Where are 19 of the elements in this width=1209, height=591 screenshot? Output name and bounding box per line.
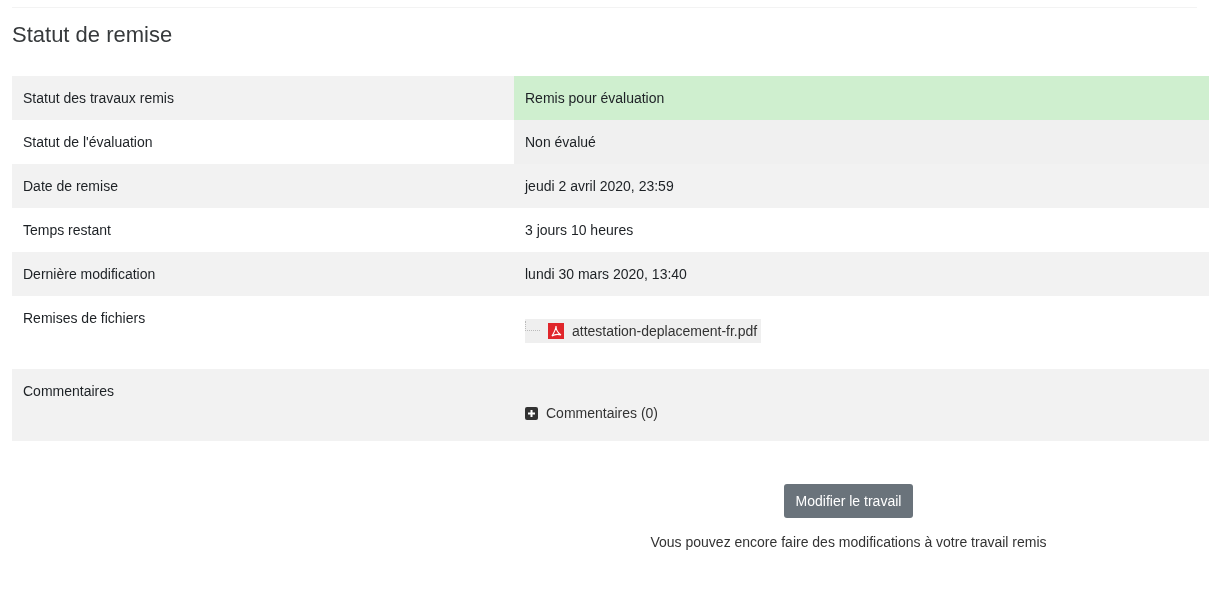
row-value: Non évalué — [514, 120, 1209, 164]
edit-button[interactable]: Modifier le travail — [783, 484, 914, 518]
row-label: Remises de fichiers — [22, 309, 147, 328]
row-label: Commentaires — [22, 382, 116, 401]
section-title: Statut de remise — [12, 22, 174, 48]
info-text: Vous pouvez encore faire des modifications à votre travail remis — [650, 534, 1047, 550]
row-label: Dernière modification — [22, 265, 157, 284]
row-value: Remis pour évaluation — [514, 76, 1209, 120]
row-value: lundi 30 mars 2020, 13:40 — [524, 265, 688, 284]
tree-line — [525, 321, 540, 331]
row-label: Statut des travaux remis — [22, 89, 175, 108]
plus-icon — [525, 406, 538, 420]
row-label: Date de remise — [22, 177, 119, 196]
pdf-icon — [548, 323, 564, 339]
comments-toggle[interactable]: Commentaires (0) — [525, 405, 659, 421]
row-value: 3 jours 10 heures — [524, 221, 635, 240]
row-value: jeudi 2 avril 2020, 23:59 — [523, 177, 675, 196]
row-label: Temps restant — [22, 221, 112, 240]
row-label: Statut de l'évaluation — [22, 133, 154, 152]
